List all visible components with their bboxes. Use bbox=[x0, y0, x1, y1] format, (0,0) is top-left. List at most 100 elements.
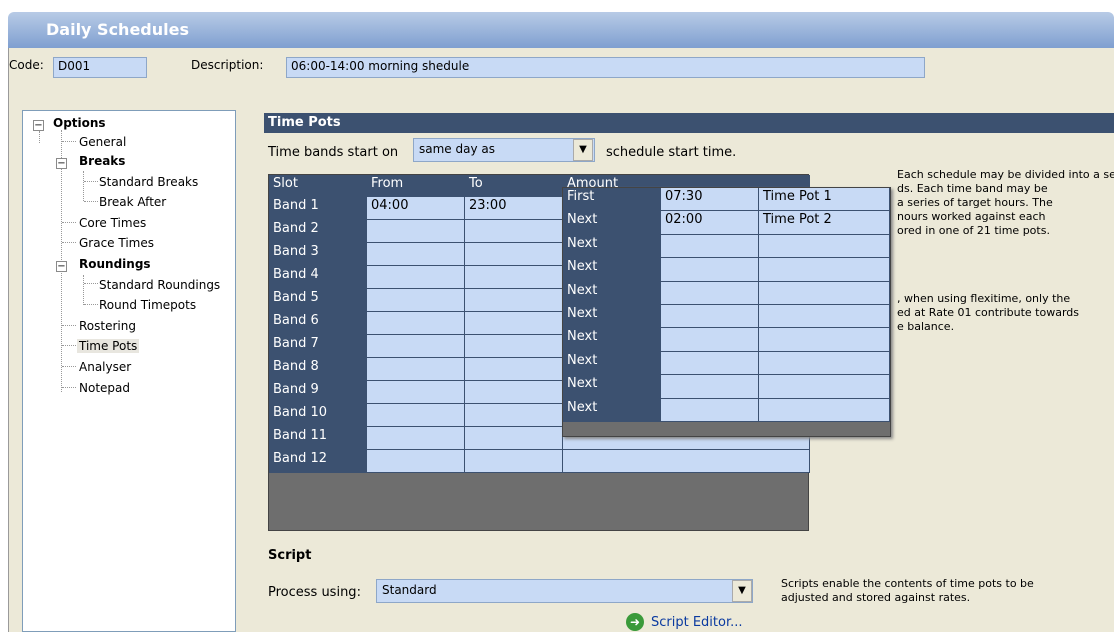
tree-item-time-pots[interactable]: Time Pots bbox=[77, 339, 140, 353]
tree-item-roundings[interactable]: Roundings bbox=[79, 257, 151, 271]
popup-row-label[interactable]: Next bbox=[563, 258, 661, 282]
popup-row-label[interactable]: Next bbox=[563, 234, 661, 259]
popup-time-pot-cell[interactable]: Time Pot 1 bbox=[759, 188, 890, 212]
description-field[interactable]: 06:00-14:00 morning shedule bbox=[286, 57, 925, 78]
tree-item-round-timepots[interactable]: Round Timepots bbox=[99, 298, 196, 312]
band-row-header[interactable]: Band 2 bbox=[269, 220, 367, 243]
band-to-cell[interactable] bbox=[465, 358, 563, 381]
popup-row-label[interactable]: Next bbox=[563, 281, 661, 305]
popup-amount-cell[interactable] bbox=[661, 398, 759, 422]
collapse-breaks-icon[interactable]: − bbox=[56, 158, 67, 169]
band-row-header[interactable]: Band 8 bbox=[269, 358, 367, 381]
tree-item-grace-times[interactable]: Grace Times bbox=[79, 236, 154, 250]
process-using-select[interactable]: Standard bbox=[376, 579, 753, 603]
popup-amount-cell[interactable] bbox=[661, 328, 759, 352]
popup-time-pot-cell[interactable] bbox=[759, 375, 890, 399]
tree-item-standard-breaks[interactable]: Standard Breaks bbox=[99, 175, 198, 189]
tree-item-breaks[interactable]: Breaks bbox=[79, 154, 125, 168]
band-from-cell[interactable] bbox=[367, 220, 465, 243]
tree-item-options[interactable]: Options bbox=[53, 116, 106, 130]
popup-amount-cell[interactable]: 02:00 bbox=[661, 211, 759, 235]
tree-item-notepad[interactable]: Notepad bbox=[79, 381, 130, 395]
band-row-header[interactable]: Band 5 bbox=[269, 289, 367, 312]
popup-row-label[interactable]: Next bbox=[563, 375, 661, 399]
popup-time-pot-cell[interactable] bbox=[759, 281, 890, 305]
col-header-from[interactable]: From bbox=[367, 175, 465, 197]
popup-row-label[interactable]: Next bbox=[563, 351, 661, 376]
popup-row-label[interactable]: Next bbox=[563, 211, 661, 235]
popup-row-label[interactable]: Next bbox=[563, 328, 661, 352]
collapse-options-icon[interactable]: − bbox=[33, 120, 44, 131]
collapse-roundings-icon[interactable]: − bbox=[56, 261, 67, 272]
popup-row-label[interactable]: First bbox=[563, 188, 661, 212]
process-dropdown-icon[interactable]: ▼ bbox=[732, 580, 752, 602]
band-from-cell[interactable] bbox=[367, 427, 465, 450]
script-editor-link[interactable]: Script Editor... bbox=[651, 615, 743, 630]
band-row-header[interactable]: Band 1 bbox=[269, 197, 367, 220]
popup-amount-cell[interactable] bbox=[661, 258, 759, 282]
amount-popup[interactable]: First 07:30 Time Pot 1 Next 02:00 Time Pot 2N… bbox=[562, 187, 891, 437]
code-field[interactable]: D001 bbox=[53, 57, 147, 78]
band-from-cell[interactable]: 04:00 bbox=[367, 197, 465, 220]
band-from-cell[interactable] bbox=[367, 266, 465, 289]
help-line: e balance. bbox=[897, 320, 955, 333]
col-header-slot[interactable]: Slot bbox=[269, 175, 367, 197]
band-to-cell[interactable] bbox=[465, 404, 563, 427]
band-row-header[interactable]: Band 7 bbox=[269, 335, 367, 358]
band-to-cell[interactable] bbox=[465, 243, 563, 266]
code-label: Code: bbox=[9, 58, 44, 72]
band-row-header[interactable]: Band 9 bbox=[269, 381, 367, 404]
band-to-cell[interactable] bbox=[465, 266, 563, 289]
popup-time-pot-cell[interactable] bbox=[759, 305, 890, 329]
band-from-cell[interactable] bbox=[367, 243, 465, 266]
options-tree[interactable]: − Options General − Breaks Standard Brea… bbox=[22, 110, 236, 632]
popup-amount-cell[interactable] bbox=[661, 305, 759, 329]
popup-time-pot-cell[interactable] bbox=[759, 398, 890, 422]
band-to-cell[interactable] bbox=[465, 289, 563, 312]
band-to-cell[interactable] bbox=[465, 427, 563, 450]
band-from-cell[interactable] bbox=[367, 335, 465, 358]
time-bands-label: Time bands start on bbox=[268, 145, 399, 160]
tree-item-general[interactable]: General bbox=[79, 135, 126, 149]
band-from-cell[interactable] bbox=[367, 289, 465, 312]
tree-item-standard-roundings[interactable]: Standard Roundings bbox=[99, 278, 220, 292]
band-amount-cell[interactable] bbox=[563, 450, 810, 473]
band-from-cell[interactable] bbox=[367, 381, 465, 404]
col-header-to[interactable]: To bbox=[465, 175, 563, 197]
popup-time-pot-cell[interactable]: Time Pot 2 bbox=[759, 211, 890, 235]
band-row-header[interactable]: Band 3 bbox=[269, 243, 367, 266]
popup-row-label[interactable]: Next bbox=[563, 305, 661, 329]
band-to-cell[interactable] bbox=[465, 220, 563, 243]
band-to-cell[interactable] bbox=[465, 312, 563, 335]
band-row-header[interactable]: Band 11 bbox=[269, 427, 367, 450]
time-bands-select[interactable]: same day as bbox=[413, 138, 595, 162]
popup-amount-cell[interactable] bbox=[661, 234, 759, 259]
band-from-cell[interactable] bbox=[367, 450, 465, 473]
time-bands-dropdown-icon[interactable]: ▼ bbox=[573, 139, 593, 161]
popup-amount-cell[interactable] bbox=[661, 351, 759, 376]
band-row-header[interactable]: Band 10 bbox=[269, 404, 367, 427]
band-from-cell[interactable] bbox=[367, 358, 465, 381]
tree-item-analyser[interactable]: Analyser bbox=[79, 360, 131, 374]
popup-amount-cell[interactable]: 07:30 bbox=[661, 188, 759, 212]
popup-time-pot-cell[interactable] bbox=[759, 234, 890, 259]
band-from-cell[interactable] bbox=[367, 404, 465, 427]
popup-amount-cell[interactable] bbox=[661, 375, 759, 399]
arrow-circle-icon[interactable]: ➜ bbox=[626, 613, 644, 631]
popup-time-pot-cell[interactable] bbox=[759, 258, 890, 282]
band-row-header[interactable]: Band 4 bbox=[269, 266, 367, 289]
popup-amount-cell[interactable] bbox=[661, 281, 759, 305]
popup-time-pot-cell[interactable] bbox=[759, 351, 890, 376]
tree-item-core-times[interactable]: Core Times bbox=[79, 216, 146, 230]
band-from-cell[interactable] bbox=[367, 312, 465, 335]
band-to-cell[interactable] bbox=[465, 381, 563, 404]
band-to-cell[interactable]: 23:00 bbox=[465, 197, 563, 220]
band-to-cell[interactable] bbox=[465, 335, 563, 358]
band-row-header[interactable]: Band 6 bbox=[269, 312, 367, 335]
tree-item-rostering[interactable]: Rostering bbox=[79, 319, 136, 333]
band-row-header[interactable]: Band 12 bbox=[269, 450, 367, 473]
popup-row-label[interactable]: Next bbox=[563, 398, 661, 422]
band-to-cell[interactable] bbox=[465, 450, 563, 473]
popup-time-pot-cell[interactable] bbox=[759, 328, 890, 352]
tree-item-break-after[interactable]: Break After bbox=[99, 195, 166, 209]
